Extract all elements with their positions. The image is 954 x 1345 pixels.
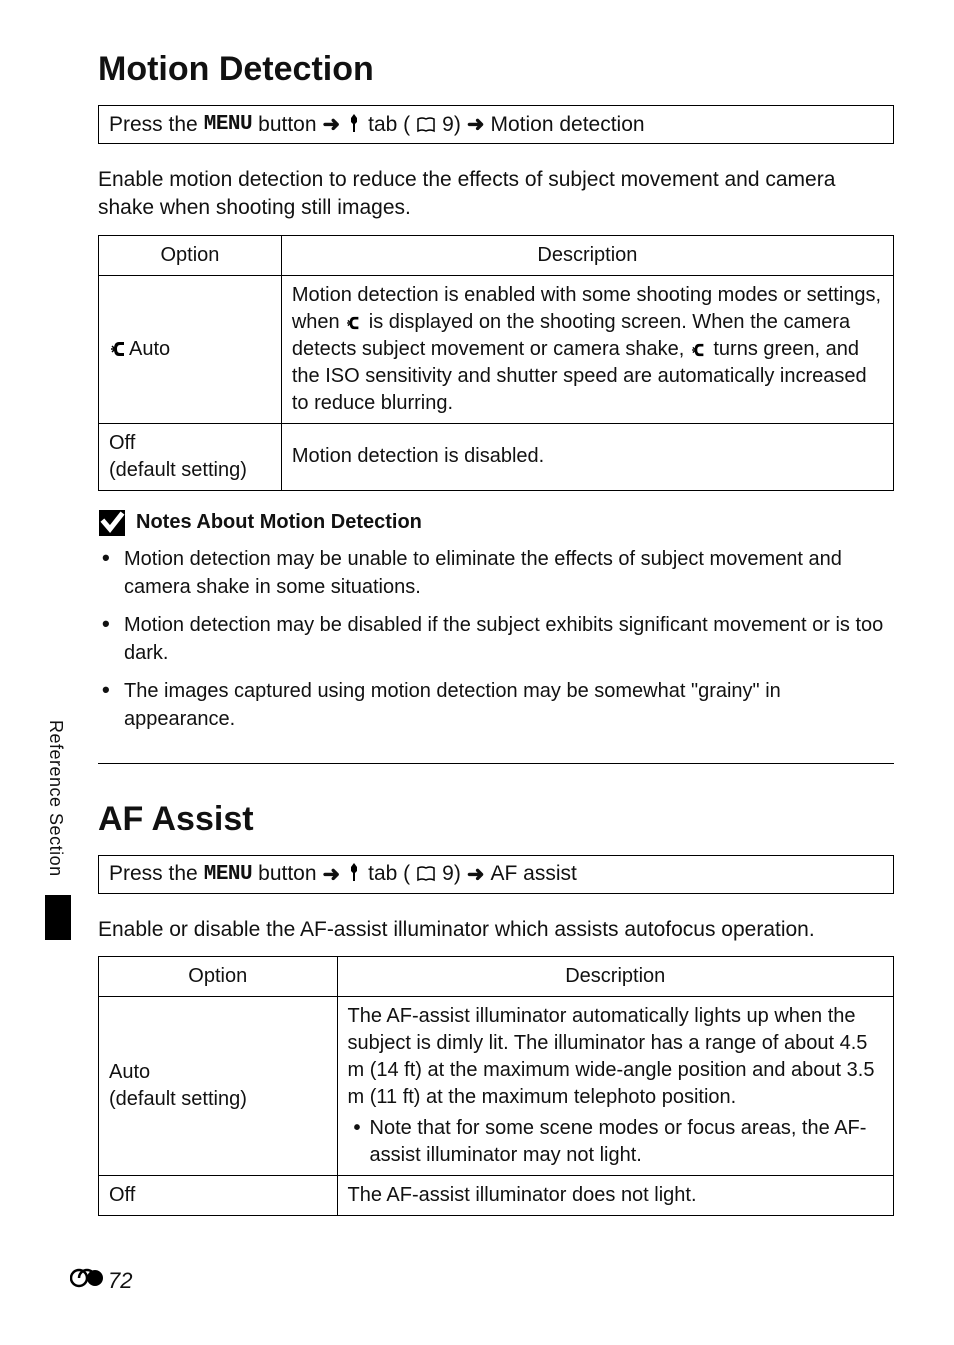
arrow-icon: ➜ <box>467 862 485 887</box>
description-cell-auto: Motion detection is enabled with some sh… <box>281 275 893 423</box>
motion-icon <box>345 316 363 330</box>
option-cell-off: Off <box>99 1176 338 1216</box>
motion-icon <box>109 341 129 357</box>
description-cell-off: Motion detection is disabled. <box>281 423 893 490</box>
section-divider <box>98 763 894 764</box>
notes-list: Motion detection may be unable to elimin… <box>98 545 894 733</box>
nav-button-word: button <box>258 113 316 137</box>
nav-page-ref: 9) <box>442 113 461 137</box>
table-row: Off The AF-assist illuminator does not l… <box>99 1176 894 1216</box>
table-header-description: Description <box>337 957 894 997</box>
option-label: Auto <box>129 338 170 360</box>
arrow-icon: ➜ <box>467 112 485 137</box>
option-label-line1: Off <box>109 432 135 454</box>
side-tab-strip <box>45 895 71 940</box>
option-table-af-assist: Option Description Auto (default setting… <box>98 956 894 1216</box>
option-label-line2: (default setting) <box>109 459 247 481</box>
notes-title: Notes About Motion Detection <box>136 511 422 534</box>
table-row: Auto (default setting) The AF-assist ill… <box>99 997 894 1176</box>
table-header-option: Option <box>99 235 282 275</box>
book-icon <box>416 862 436 886</box>
nav-tab-word: tab ( <box>368 862 410 886</box>
side-tab-label: Reference Section <box>45 720 66 877</box>
table-row: Off (default setting) Motion detection i… <box>99 423 894 490</box>
option-cell-off: Off (default setting) <box>99 423 282 490</box>
arrow-icon: ➜ <box>323 862 341 887</box>
desc-main: The AF-assist illuminator automatically … <box>348 1005 875 1108</box>
table-header-row: Option Description <box>99 957 894 997</box>
list-item: Motion detection may be disabled if the … <box>120 611 894 667</box>
list-item: Motion detection may be unable to elimin… <box>120 545 894 601</box>
page-number: 72 <box>108 1268 132 1294</box>
reference-section-icon <box>70 1267 104 1295</box>
menu-button-label: MENU <box>204 113 252 136</box>
table-header-option: Option <box>99 957 338 997</box>
nav-dest: AF assist <box>490 862 576 886</box>
table-header-row: Option Description <box>99 235 894 275</box>
motion-icon <box>690 343 708 357</box>
book-icon <box>416 113 436 137</box>
description-cell-auto: The AF-assist illuminator automatically … <box>337 997 894 1176</box>
option-table-motion-detection: Option Description Auto Motion detection… <box>98 235 894 491</box>
table-header-description: Description <box>281 235 893 275</box>
description-cell-off: The AF-assist illuminator does not light… <box>337 1176 894 1216</box>
table-row: Auto Motion detection is enabled with so… <box>99 275 894 423</box>
option-cell-auto: Auto (default setting) <box>99 997 338 1176</box>
menu-button-label: MENU <box>204 863 252 886</box>
nav-path-motion-detection: Press the MENU button ➜ tab ( 9) ➜ Motion… <box>98 105 894 144</box>
intro-text-af-assist: Enable or disable the AF-assist illumina… <box>98 916 894 944</box>
option-label-line1: Auto <box>109 1061 150 1083</box>
page-footer: 72 <box>70 1267 132 1295</box>
nav-prefix: Press the <box>109 862 198 886</box>
nav-button-word: button <box>258 862 316 886</box>
nav-path-af-assist: Press the MENU button ➜ tab ( 9) ➜ AF ass… <box>98 855 894 894</box>
list-item: The images captured using motion detecti… <box>120 677 894 733</box>
option-cell-auto: Auto <box>99 275 282 423</box>
section-title-motion-detection: Motion Detection <box>98 50 894 89</box>
arrow-icon: ➜ <box>323 112 341 137</box>
intro-text-motion-detection: Enable motion detection to reduce the ef… <box>98 166 894 223</box>
option-label-line2: (default setting) <box>109 1088 247 1110</box>
desc-bullet: Note that for some scene modes or focus … <box>348 1115 884 1169</box>
notes-header: Notes About Motion Detection <box>98 509 894 537</box>
check-caution-icon <box>98 509 126 537</box>
section-title-af-assist: AF Assist <box>98 800 894 839</box>
nav-tab-word: tab ( <box>368 113 410 137</box>
wrench-icon <box>346 862 362 886</box>
manual-page: Reference Section Motion Detection Press… <box>0 0 954 1345</box>
nav-prefix: Press the <box>109 113 198 137</box>
nav-page-ref: 9) <box>442 862 461 886</box>
wrench-icon <box>346 113 362 137</box>
nav-dest: Motion detection <box>490 113 644 137</box>
